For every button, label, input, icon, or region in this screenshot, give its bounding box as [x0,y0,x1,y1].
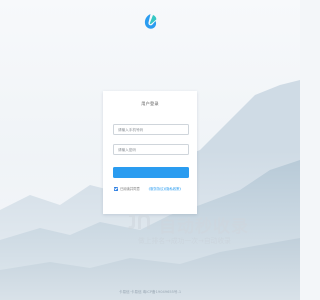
phone-input[interactable]: 请输入手机号码 [113,124,189,135]
password-placeholder: 请输入密码 [118,148,136,153]
footer-icp[interactable]: 卡易信·卡易信 粤ICP备19049655号-1 [0,290,300,295]
app-logo-icon [144,14,157,29]
login-button-label: 登录 [147,178,155,183]
watermark: 自动秒收录 做上排名→成功一次→自动收录 [126,212,286,248]
watermark-logo-icon [128,214,150,230]
watermark-main-text: 自动秒收录 [159,217,249,237]
login-card: 用户登录 请输入手机号码 请输入密码 登录 已阅读并同意 《服务协议》 《隐私政… [103,91,197,214]
login-button[interactable]: 登录 [113,167,189,183]
phone-placeholder: 请输入手机号码 [118,128,144,133]
checkbox-checked-icon[interactable] [114,186,118,191]
privacy-link[interactable]: 《隐私政策》 [163,186,183,191]
agree-text: 已阅读并同意 [120,187,140,191]
password-input[interactable]: 请输入密码 [113,144,189,155]
watermark-sub-text: 做上排名→成功一次→自动收录 [138,237,231,245]
login-title: 用户登录 [141,101,159,106]
